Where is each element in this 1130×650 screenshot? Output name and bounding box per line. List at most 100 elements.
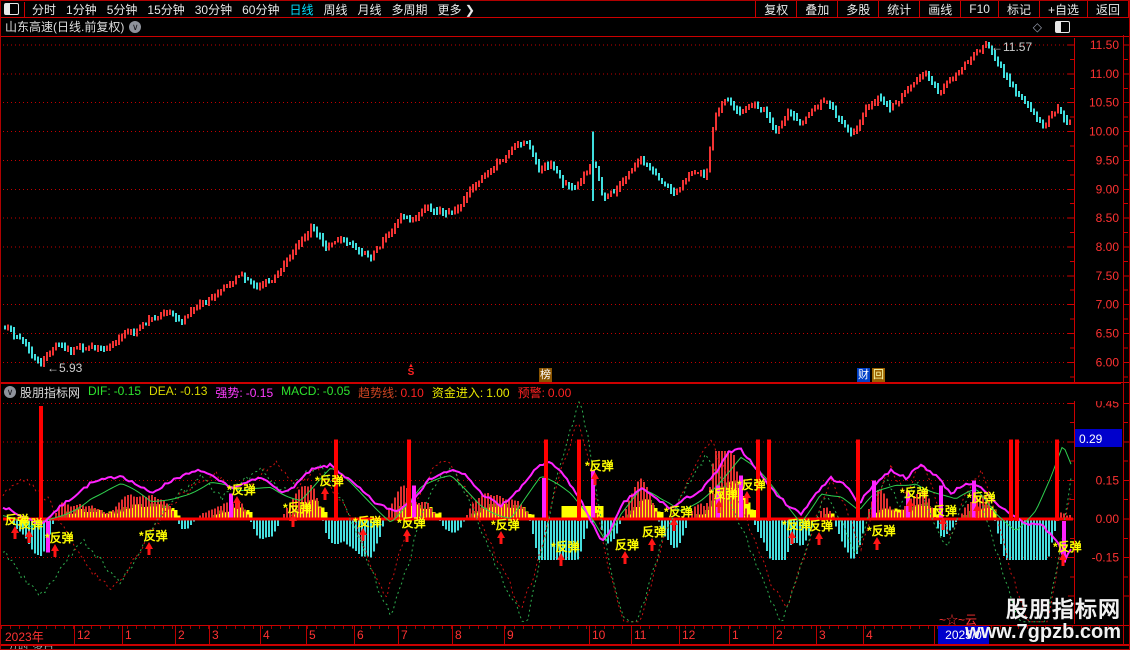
date-label: 2 (178, 628, 185, 642)
toolbar-button[interactable]: +自选 (1038, 1, 1087, 17)
indicator-field: 资金进入: 1.00 (431, 385, 510, 400)
bottom-strip: 分时 多日 (1, 645, 1129, 649)
toolbar-left: 分时 1分钟 5分钟 15分钟 30分钟 60分钟 日线 周线 月线 多周期 更多 ❯ (27, 1, 480, 17)
date-label: 10 (592, 628, 606, 642)
indicator-field: 趋势线: 0.10 (358, 385, 424, 400)
period-button[interactable]: 60分钟 (237, 1, 284, 18)
period-button[interactable]: 30分钟 (190, 1, 237, 18)
fund-bar (573, 506, 577, 519)
date-label: 12 (682, 628, 696, 642)
toolbar-button[interactable]: 复权 (755, 1, 796, 17)
toolbar-button[interactable]: 返回 (1086, 1, 1129, 17)
period-button[interactable]: 月线 (353, 1, 387, 18)
price-label: 9.00 (1096, 182, 1120, 196)
date-divider (773, 626, 774, 644)
date-divider (175, 626, 176, 644)
price-label: 9.50 (1096, 153, 1120, 167)
event-badge[interactable]: 榜 (539, 368, 552, 382)
candlestick-chart: 11.50 11.00 10.50 10.00 9.50 9.00 8.50 8.00 7.50… (1, 36, 1129, 383)
rebound-label: *反弹 (782, 517, 811, 532)
fund-bar (567, 506, 571, 519)
date-label: 1 (732, 628, 739, 642)
watermark: 股朋指标网 www.7gpzb.com (965, 597, 1121, 644)
period-button[interactable]: 多周期 (387, 1, 433, 18)
toolbar-button[interactable]: 统计 (878, 1, 919, 17)
rebound-label: *反弹 (397, 515, 426, 530)
macd-indicator-chart: 反弹反弹*反弹 *反弹*反弹*反弹*反弹*反弹 *反弹 *反弹*反弹*反弹反弹反弹*反… (2, 396, 1129, 624)
date-axis: 2023年 12 1 2 3 4 5 6 7 8 9 10 11 12 1 2 3 4 2025/0 (1, 625, 1129, 645)
price-label: 11.50 (1090, 38, 1119, 52)
price-label: 7.00 (1096, 298, 1120, 312)
rebound-label: *反弹 (283, 500, 312, 515)
indicator-field: 强势: -0.15 (215, 385, 274, 400)
mini-red-label: ~☆~云 (939, 613, 978, 627)
date-divider (452, 626, 453, 644)
toolbar-button[interactable]: 叠加 (796, 1, 837, 17)
period-button[interactable]: 15分钟 (142, 1, 189, 18)
fund-bar (570, 506, 574, 519)
rebound-label: *反弹 (315, 473, 344, 488)
toolbar-button[interactable]: 多股 (837, 1, 878, 17)
stock-title: 山东高速(日线.前复权) (5, 20, 125, 34)
candles (4, 41, 1071, 368)
rebound-label: *反弹 (139, 528, 168, 543)
fund-bar (564, 506, 568, 519)
period-button[interactable]: 5分钟 (102, 1, 143, 18)
watermark-name: 股朋指标网 (1005, 597, 1121, 622)
indicator-field: DIF: -0.15 (88, 383, 142, 398)
toolbar-button[interactable]: F10 (960, 1, 998, 17)
period-button[interactable]: 更多 ❯ (433, 1, 480, 18)
date-divider (209, 626, 210, 644)
rebound-label: *反弹 (737, 477, 766, 492)
price-label: 11.00 (1090, 67, 1119, 81)
split-window-icon[interactable] (1055, 20, 1070, 33)
diamond-icon[interactable]: ◇ (1033, 20, 1042, 34)
rebound-label: 反弹 (809, 518, 833, 533)
date-divider (122, 626, 123, 644)
rebound-label: 反弹 (933, 503, 957, 518)
date-label: 8 (455, 628, 462, 642)
alert-spike (39, 405, 43, 521)
rebound-label: *反弹 (353, 514, 382, 529)
indicator-axis-label: 0.15 (1096, 474, 1120, 488)
period-button[interactable]: 1分钟 (61, 1, 102, 18)
date-label: 9 (507, 628, 514, 642)
buy-arrow-icon (815, 532, 823, 545)
rebound-label: *反弹 (227, 482, 256, 497)
alert-spike (407, 439, 411, 521)
buy-arrow-icon (321, 487, 329, 500)
chevron-down-icon[interactable]: ∨ (129, 20, 142, 33)
toolbar-button[interactable]: 画线 (919, 1, 960, 17)
event-badge[interactable]: 财 (857, 368, 870, 382)
rebound-label: 反弹 (642, 524, 666, 539)
toolbar-button[interactable]: 标记 (997, 1, 1039, 17)
period-button[interactable]: 日线 (284, 1, 318, 18)
rebound-label: *反弹 (867, 523, 896, 538)
date-label: 7 (401, 628, 408, 642)
fund-bar (561, 506, 565, 519)
rebound-label: *反弹 (967, 490, 996, 505)
high-price-tag: ←11.57 (991, 40, 1032, 54)
event-badge[interactable]: 回 (872, 368, 885, 382)
rebound-label: 反弹 (615, 537, 639, 552)
fund-bar (321, 507, 325, 519)
date-label: 2 (776, 628, 783, 642)
date-divider (74, 626, 75, 644)
buy-arrow-icon (145, 542, 153, 555)
rebound-label: *反弹 (900, 485, 929, 500)
indicator-values: DIF: -0.15 DEA: -0.13 强势: -0.15 MACD: -0.05 趋势线:… (80, 383, 571, 400)
indicator-axis-label: -0.15 (1092, 551, 1120, 565)
date-divider (589, 626, 590, 644)
split-window-icon[interactable] (4, 3, 19, 15)
signal-bar (542, 477, 546, 518)
price-label: 8.00 (1096, 240, 1120, 254)
date-divider (631, 626, 632, 644)
date-label: 11 (634, 628, 647, 642)
buy-arrow-icon (51, 544, 59, 557)
indicator-axis-label: 0.00 (1096, 512, 1120, 526)
toolbar-right: 复权 叠加 多股 统计 画线 F10 标记 +自选 返回 (755, 1, 1129, 17)
period-button[interactable]: 分时 (27, 1, 61, 18)
period-button[interactable]: 周线 (318, 1, 352, 18)
date-divider (863, 626, 864, 644)
chevron-down-icon[interactable]: ∨ (4, 386, 16, 398)
